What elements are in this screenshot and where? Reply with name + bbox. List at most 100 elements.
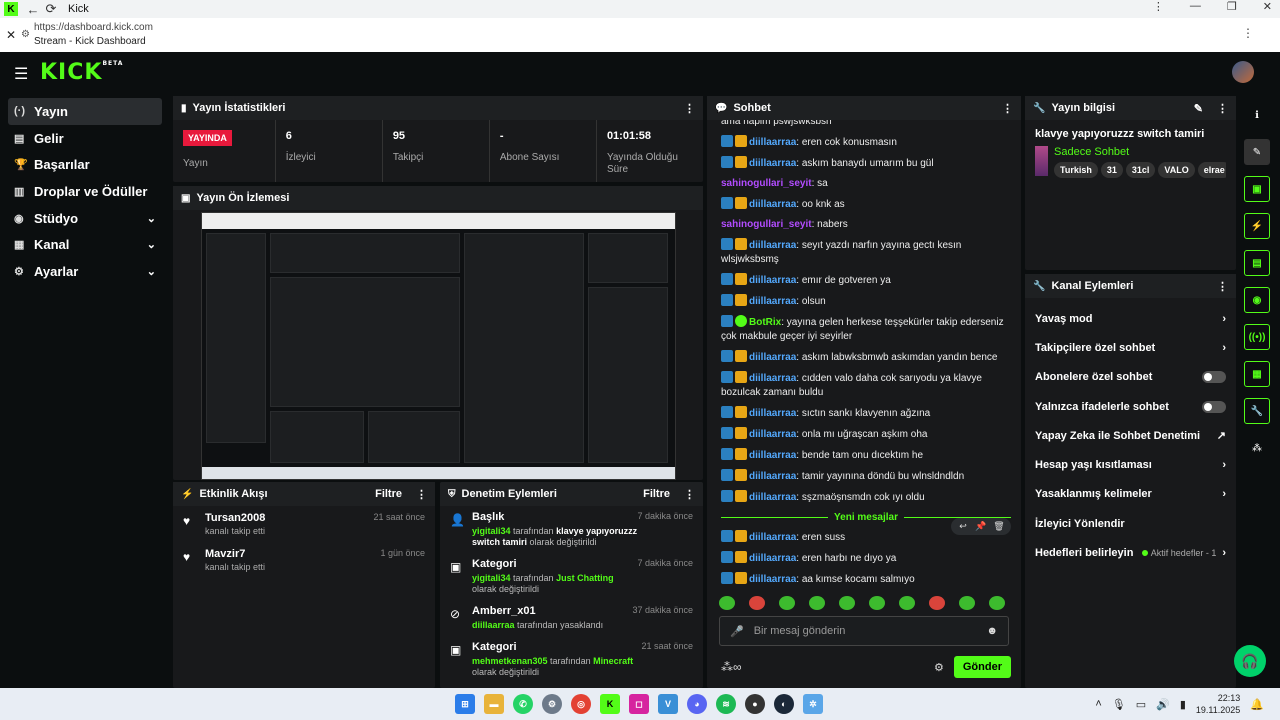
chat-username[interactable]: diillaarraa — [749, 450, 796, 461]
notification-icon[interactable]: 🔔 — [1250, 698, 1264, 711]
document-icon[interactable]: ▤ — [1244, 250, 1270, 276]
chat-username[interactable]: sahinogullari_seyit — [721, 219, 812, 230]
emote-icon[interactable] — [749, 596, 765, 610]
activity-user[interactable]: Mavzir7 — [205, 548, 380, 560]
chat-message[interactable]: diillaarraa: aa kımse kocamı salmıyo — [707, 569, 1025, 590]
valorant-icon[interactable]: V — [658, 694, 678, 714]
battery-icon[interactable]: ▮ — [1180, 698, 1186, 711]
send-button[interactable]: Gönder — [953, 656, 1011, 678]
channel-action-item[interactable]: İzleyici Yönlendir — [1025, 509, 1236, 538]
chat-username[interactable]: diillaarraa — [749, 492, 796, 503]
trash-icon[interactable]: 🗑 — [992, 521, 1006, 532]
more-icon[interactable]: ⋮ — [1242, 26, 1254, 40]
spotify-icon[interactable]: ≋ — [716, 694, 736, 714]
chat-message[interactable]: diillaarraa: seyıt yazdı narfın yayına g… — [707, 235, 1025, 270]
minimize-icon[interactable]: — — [1190, 0, 1201, 13]
moderation-user[interactable]: diillaarraa — [472, 620, 515, 630]
chat-username[interactable]: diillaarraa — [749, 137, 796, 148]
wrench-icon[interactable]: 🔧 — [1244, 398, 1270, 424]
sidebar-item-2[interactable]: ▤ Gelir — [8, 125, 162, 152]
site-settings-icon[interactable]: ⚙ — [21, 29, 30, 40]
channel-action-item[interactable]: Yavaş mod › — [1025, 304, 1236, 333]
back-arrow-icon[interactable]: ← — [24, 2, 42, 17]
sidebar-item-1[interactable]: (·) Yayın — [8, 98, 162, 125]
broadcast-icon[interactable]: ((•)) — [1244, 324, 1270, 350]
chat-username[interactable]: diillaarraa — [749, 471, 796, 482]
chevron-down-icon[interactable]: ⌄ — [147, 238, 156, 251]
kebab-menu-icon[interactable]: ⋮ — [684, 102, 695, 115]
microphone-icon[interactable]: 🎤 — [730, 625, 744, 638]
emote-icon[interactable] — [929, 596, 945, 610]
sidebar-item-6[interactable]: ▦ Kanal ⌄ — [8, 231, 162, 258]
chat-message[interactable]: diillaarraa: askım labwksbmwb askımdan y… — [707, 347, 1025, 368]
chat-message[interactable]: diillaarraa: tamir yayınına döndü bu wln… — [707, 466, 1025, 487]
moderation-user[interactable]: yigitali34 — [472, 573, 511, 583]
settings-icon[interactable]: ⚙ — [542, 694, 562, 714]
channel-action-item[interactable]: Yalnızca ifadelerle sohbet — [1025, 392, 1236, 421]
emote-icon[interactable] — [899, 596, 915, 610]
layout-icon[interactable]: ▦ — [1244, 361, 1270, 387]
chat-message[interactable]: diillaarraa: emır de gotveren ya — [707, 270, 1025, 291]
kebab-menu-icon[interactable]: ⋮ — [1217, 280, 1228, 293]
url-text[interactable]: https://dashboard.kick.com — [34, 22, 153, 33]
chevron-right-icon[interactable]: › — [1222, 313, 1226, 325]
toggle-switch[interactable] — [1202, 400, 1226, 413]
tag-chip[interactable]: Turkish — [1054, 162, 1098, 178]
tag-chip[interactable]: 31cl — [1125, 162, 1156, 178]
hamburger-menu-icon[interactable]: ☰ — [14, 64, 28, 84]
emote-icon[interactable] — [779, 596, 795, 610]
chat-username[interactable]: diillaarraa — [749, 352, 796, 363]
tag-chip[interactable]: 31 — [1100, 162, 1123, 178]
channel-action-item[interactable]: Abonelere özel sohbet — [1025, 363, 1236, 392]
close-icon[interactable]: ✕ — [6, 28, 16, 42]
chat-bubble-icon[interactable]: ◉ — [1244, 287, 1270, 313]
chat-username[interactable]: diillaarraa — [749, 408, 796, 419]
start-icon[interactable]: ⊞ — [455, 694, 475, 714]
sidebar-item-5[interactable]: ◉ Stüdyo ⌄ — [8, 205, 162, 232]
infinity-icon[interactable]: ⁂∞ — [721, 660, 742, 674]
edit-icon[interactable]: ✎ — [1194, 102, 1203, 115]
moderation-user[interactable]: mehmetkenan305 — [472, 656, 548, 666]
info-icon[interactable]: ℹ — [1244, 102, 1270, 128]
chrome-icon[interactable]: ◎ — [571, 694, 591, 714]
chat-message[interactable]: diillaarraa: eren cok konusmasın — [707, 132, 1025, 153]
chat-message[interactable]: sahinogullari_seyit: sa — [707, 174, 1025, 194]
chat-message[interactable]: sahinogullari_seyit: nabers — [707, 215, 1025, 235]
chat-username[interactable]: diillaarraa — [749, 574, 796, 585]
chat-message[interactable]: diillaarraa: sıctın sankı klavyenın ağzı… — [707, 403, 1025, 424]
external-link-icon[interactable]: ↗ — [1217, 429, 1226, 442]
chat-username[interactable]: diillaarraa — [749, 296, 796, 307]
channel-action-item[interactable]: Hedefleri belirleyin Aktif hedefler - 1 › — [1025, 538, 1236, 567]
sidebar-item-3[interactable]: 🏆 Başarılar — [8, 151, 162, 178]
whatsapp-icon[interactable]: ✆ — [513, 694, 533, 714]
chevron-down-icon[interactable]: ⌄ — [147, 265, 156, 278]
channel-action-item[interactable]: Yapay Zeka ile Sohbet Denetimi ↗ — [1025, 421, 1236, 450]
emoji-picker-icon[interactable]: ☻ — [986, 625, 998, 637]
chevron-right-icon[interactable]: › — [1222, 547, 1226, 559]
chat-message[interactable]: diillaarraa: olsun — [707, 291, 1025, 312]
channel-action-item[interactable]: Yasaklanmış kelimeler › — [1025, 480, 1236, 509]
apps-icon[interactable]: ⁂ — [1244, 435, 1270, 461]
moderation-user[interactable]: yigitali34 — [472, 526, 511, 536]
chevron-up-icon[interactable]: ˄ — [1095, 698, 1101, 710]
kick-app-icon[interactable]: K — [600, 694, 620, 714]
sidebar-item-7[interactable]: ⚙ Ayarlar ⌄ — [8, 258, 162, 285]
chat-username[interactable]: diillaarraa — [749, 532, 796, 543]
emote-icon[interactable] — [719, 596, 735, 610]
chat-message[interactable]: diillaarraa: onla mı uğraşcan aşkım oha — [707, 424, 1025, 445]
chat-username[interactable]: diillaarraa — [749, 429, 796, 440]
avatar[interactable] — [1232, 61, 1254, 83]
reload-icon[interactable]: ⟳ — [42, 1, 60, 17]
instagram-icon[interactable]: ◻ — [629, 694, 649, 714]
chevron-down-icon[interactable]: ⌄ — [147, 212, 156, 225]
tag-chip[interactable]: elrae — [1197, 162, 1226, 178]
tag-chip[interactable]: VALO — [1158, 162, 1195, 178]
filter-button[interactable]: Filtre — [643, 488, 670, 500]
chat-username[interactable]: sahinogullari_seyit — [721, 178, 812, 189]
chevron-right-icon[interactable]: › — [1222, 342, 1226, 354]
emote-icon[interactable] — [959, 596, 975, 610]
scan-icon[interactable]: ▣ — [1244, 176, 1270, 202]
chat-message[interactable]: diillaarraa: askım banaydı umarım bu gül — [707, 153, 1025, 174]
stream-preview-image[interactable] — [201, 212, 676, 480]
microphone-icon[interactable]: 🎙 — [1112, 698, 1126, 711]
